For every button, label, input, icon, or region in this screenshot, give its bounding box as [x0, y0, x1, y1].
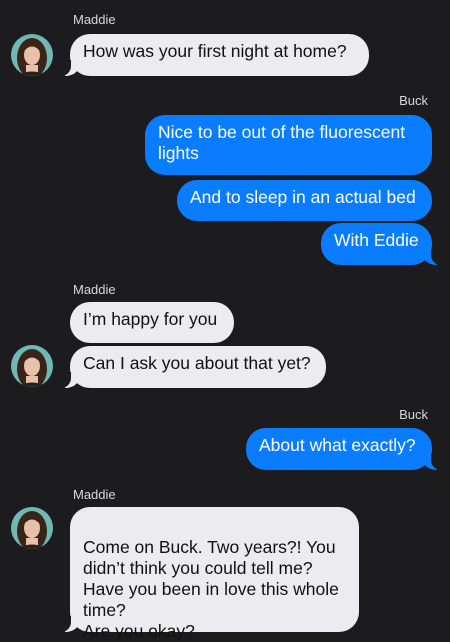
- message-text: With Eddie: [334, 230, 419, 250]
- avatar-maddie[interactable]: [11, 507, 53, 549]
- bubble-tail: [59, 60, 79, 76]
- avatar-maddie[interactable]: [11, 34, 53, 76]
- sender-name-maddie: Maddie: [73, 12, 116, 27]
- message-bubble-outgoing[interactable]: With Eddie: [321, 223, 443, 265]
- message-text: Nice to be out of the fluorescent lights: [158, 122, 406, 163]
- message-text: Come on Buck. Two years?! You didn’t thi…: [83, 537, 339, 641]
- message-bubble-incoming[interactable]: Can I ask you about that yet?: [59, 346, 326, 388]
- bubble-tail: [423, 454, 443, 470]
- message-text: I’m happy for you: [83, 309, 218, 329]
- bubble-tail: [59, 616, 79, 632]
- avatar-photo-icon: [11, 345, 53, 387]
- avatar-maddie[interactable]: [11, 345, 53, 387]
- bubble-tail: [423, 249, 443, 265]
- sender-name-maddie: Maddie: [73, 487, 116, 502]
- bubble-tail: [59, 372, 79, 388]
- message-bubble-outgoing[interactable]: About what exactly?: [246, 428, 443, 470]
- message-bubble-outgoing[interactable]: And to sleep in an actual bed: [177, 180, 432, 221]
- sender-name-maddie: Maddie: [73, 282, 116, 297]
- message-bubble-incoming[interactable]: Come on Buck. Two years?! You didn’t thi…: [59, 507, 359, 641]
- message-bubble-incoming[interactable]: How was your first night at home?: [59, 34, 369, 76]
- message-text: Can I ask you about that yet?: [83, 353, 311, 373]
- message-text: And to sleep in an actual bed: [190, 187, 416, 207]
- avatar-photo-icon: [11, 507, 53, 549]
- sender-name-buck: Buck: [399, 93, 428, 108]
- message-bubble-incoming[interactable]: I’m happy for you: [70, 302, 234, 343]
- message-text: About what exactly?: [259, 435, 416, 455]
- avatar-photo-icon: [11, 34, 53, 76]
- sender-name-buck: Buck: [399, 407, 428, 422]
- message-text: How was your first night at home?: [83, 41, 347, 61]
- message-bubble-outgoing[interactable]: Nice to be out of the fluorescent lights: [145, 115, 432, 175]
